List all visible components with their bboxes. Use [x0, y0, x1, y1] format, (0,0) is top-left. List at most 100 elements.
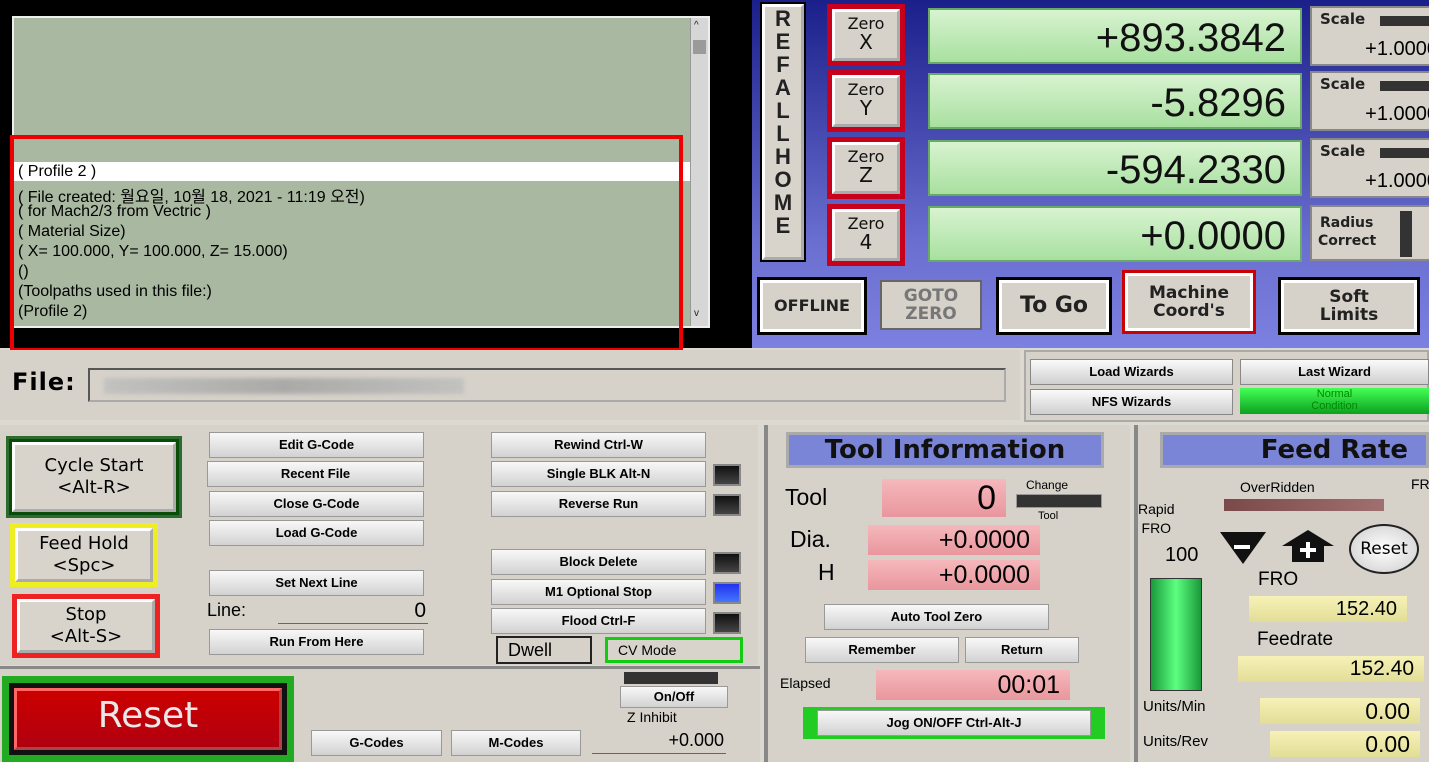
- units-min-value: 0.00: [1260, 698, 1420, 724]
- scroll-down-icon[interactable]: v: [694, 308, 699, 319]
- file-label: File:: [12, 368, 76, 396]
- gcode-line: (Profile 2): [18, 303, 88, 320]
- edit-gcode-button[interactable]: Edit G-Code: [209, 432, 424, 458]
- units-min-label: Units/Min: [1143, 698, 1206, 715]
- reset-button[interactable]: Reset: [2, 676, 294, 762]
- tool-info-title: Tool Information: [786, 432, 1104, 468]
- soft-limits-button[interactable]: Soft Limits: [1278, 277, 1420, 335]
- scale-value[interactable]: +1.0000: [1365, 170, 1429, 193]
- arrow-up-icon: [1282, 530, 1334, 562]
- machine-coords-button[interactable]: Machine Coord's: [1122, 270, 1256, 334]
- ref-letter: L: [776, 121, 790, 146]
- stop-button[interactable]: Stop <Alt-S>: [12, 594, 160, 658]
- flood-button[interactable]: Flood Ctrl-F: [491, 608, 706, 634]
- scale-z: Scale +1.0000: [1310, 138, 1429, 198]
- load-gcode-button[interactable]: Load G-Code: [209, 520, 424, 546]
- return-button[interactable]: Return: [965, 637, 1079, 663]
- mcodes-button[interactable]: M-Codes: [451, 730, 581, 756]
- set-next-line-button[interactable]: Set Next Line: [209, 570, 424, 596]
- goto-label: GOTO: [903, 286, 959, 306]
- close-gcode-button[interactable]: Close G-Code: [209, 491, 424, 517]
- nfs-wizards-button[interactable]: NFS Wizards: [1030, 389, 1233, 415]
- rapid-fro-slider[interactable]: [1150, 578, 1202, 691]
- zero-x-button[interactable]: Zero X: [827, 4, 905, 66]
- tool-number-value[interactable]: 0: [882, 479, 1006, 517]
- feed-up-button[interactable]: [1282, 530, 1334, 562]
- z-inhibit-toggle[interactable]: On/Off: [620, 686, 728, 708]
- file-path-redacted: [104, 378, 464, 394]
- cycle-start-shortcut: <Alt-R>: [57, 477, 131, 498]
- scroll-up-icon[interactable]: ^: [694, 20, 699, 31]
- to-go-button[interactable]: To Go: [996, 277, 1112, 335]
- gcodes-button[interactable]: G-Codes: [311, 730, 442, 756]
- feed-hold-button[interactable]: Feed Hold <Spc>: [10, 523, 158, 587]
- feed-down-button[interactable]: [1220, 530, 1266, 566]
- offline-button[interactable]: OFFLINE: [757, 277, 867, 335]
- reverse-run-button[interactable]: Reverse Run: [491, 491, 706, 517]
- scale-label: Scale: [1320, 142, 1366, 160]
- zero-y-button[interactable]: Zero Y: [827, 70, 905, 132]
- current-line-highlight: [14, 162, 690, 181]
- dro-y-value[interactable]: -5.8296: [928, 73, 1302, 129]
- elapsed-label: Elapsed: [780, 675, 831, 691]
- scale-value[interactable]: +1.0000: [1365, 103, 1429, 126]
- limits-label: Limits: [1319, 305, 1379, 325]
- remember-button[interactable]: Remember: [805, 637, 959, 663]
- rapid-fro-value: 100: [1165, 544, 1199, 566]
- radius-correct-button[interactable]: Radius Correct: [1310, 205, 1429, 261]
- fro-value[interactable]: 152.40: [1249, 596, 1407, 622]
- gcode-line: ( Material Size): [18, 223, 126, 240]
- single-block-button[interactable]: Single BLK Alt-N: [491, 461, 706, 487]
- gcode-line: ( X= 100.000, Y= 100.000, Z= 15.000): [18, 243, 288, 260]
- elapsed-value: 00:01: [876, 670, 1070, 700]
- recent-file-button[interactable]: Recent File: [207, 461, 424, 487]
- rapid-label: Rapid: [1138, 501, 1175, 517]
- last-wizard-button[interactable]: Last Wizard: [1240, 359, 1429, 385]
- line-label: Line:: [207, 600, 247, 620]
- rewind-button[interactable]: Rewind Ctrl-W: [491, 432, 706, 458]
- height-value[interactable]: +0.0000: [868, 560, 1040, 590]
- line-number-field[interactable]: 0: [278, 599, 428, 624]
- ref-letter: A: [775, 75, 791, 100]
- ref-all-home-button[interactable]: R E F A L L H O M E: [762, 4, 804, 260]
- normal-label: Normal: [1316, 388, 1353, 400]
- m1-optional-stop-button[interactable]: M1 Optional Stop: [491, 579, 706, 605]
- radius-led: [1400, 211, 1412, 257]
- overridden-led: [1224, 499, 1384, 511]
- diameter-value[interactable]: +0.0000: [868, 525, 1040, 555]
- run-from-here-button[interactable]: Run From Here: [209, 629, 424, 655]
- feedrate-value[interactable]: 152.40: [1238, 656, 1424, 682]
- z-inhibit-label: Z Inhibit: [627, 709, 677, 725]
- scroll-thumb[interactable]: [693, 40, 706, 54]
- jog-toggle[interactable]: Jog ON/OFF Ctrl-Alt-J: [803, 707, 1105, 739]
- cycle-start-button[interactable]: Cycle Start <Alt-R>: [6, 436, 182, 518]
- fro-label: FRO: [1258, 569, 1299, 590]
- normal-condition-status: Normal Condition: [1240, 388, 1429, 414]
- dro-4-value[interactable]: +0.0000: [928, 206, 1302, 262]
- dro-x-value[interactable]: +893.3842: [928, 8, 1302, 64]
- auto-tool-zero-button[interactable]: Auto Tool Zero: [824, 604, 1049, 630]
- gcode-scrollbar[interactable]: ^ v: [690, 18, 708, 326]
- load-wizards-button[interactable]: Load Wizards: [1030, 359, 1233, 385]
- ref-letter: F: [776, 52, 790, 77]
- axis-letter: X: [859, 30, 873, 54]
- z-inhibit-value[interactable]: +0.000: [592, 730, 726, 754]
- scale-value[interactable]: +1.0000: [1365, 38, 1429, 61]
- ref-letter: E: [775, 29, 791, 54]
- zero-z-button[interactable]: Zero Z: [827, 137, 905, 199]
- zero-4-button[interactable]: Zero 4: [827, 204, 905, 266]
- goto-zero-button[interactable]: GOTO ZERO: [880, 280, 982, 330]
- m1-optional-stop-led: [713, 582, 741, 604]
- reset-label: Reset: [14, 688, 282, 750]
- single-block-led: [713, 464, 741, 486]
- feed-reset-button[interactable]: Reset: [1349, 524, 1419, 574]
- dro-z-value[interactable]: -594.2330: [928, 140, 1302, 196]
- axis-letter: Y: [859, 96, 873, 120]
- block-delete-button[interactable]: Block Delete: [491, 549, 706, 575]
- change-tool-led: [1016, 494, 1102, 508]
- scale-label: Scale: [1320, 10, 1366, 28]
- height-label: H: [818, 559, 835, 585]
- scale-x: Scale +1.0000: [1310, 6, 1429, 66]
- ref-letter: O: [774, 167, 792, 192]
- gcode-line: ( Profile 2 ): [18, 163, 97, 180]
